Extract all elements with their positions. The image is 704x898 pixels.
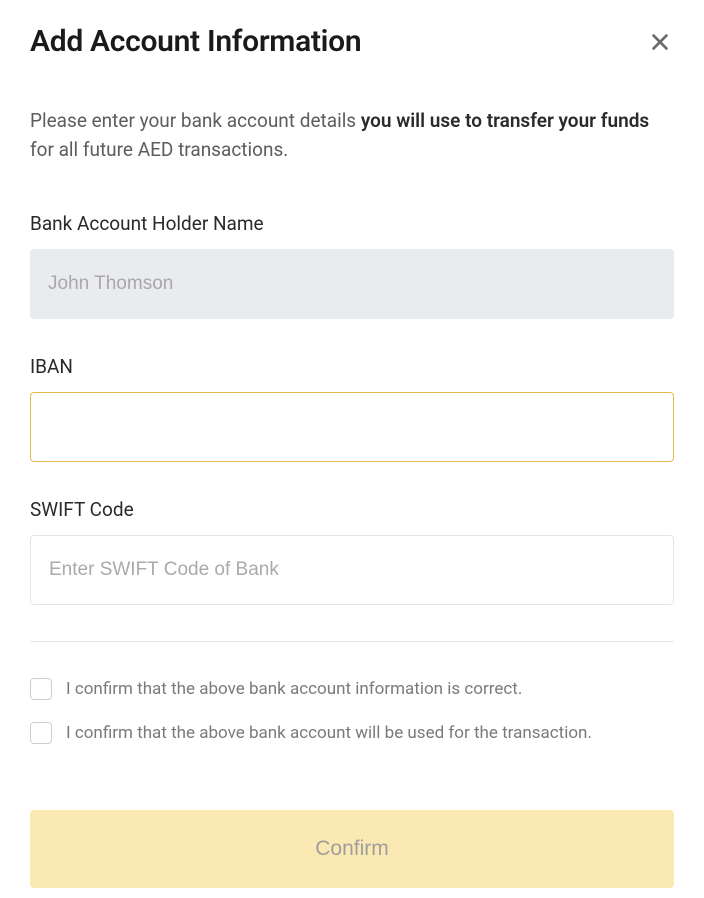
- swift-group: SWIFT Code: [30, 498, 674, 605]
- holder-name-label: Bank Account Holder Name: [30, 212, 674, 235]
- confirm-use-label[interactable]: I confirm that the above bank account wi…: [66, 723, 592, 743]
- description-prefix: Please enter your bank account details: [30, 109, 361, 132]
- close-button[interactable]: [646, 28, 674, 56]
- description-bold: you will use to transfer your funds: [361, 109, 649, 132]
- swift-input[interactable]: [30, 535, 674, 605]
- iban-label: IBAN: [30, 355, 674, 378]
- dialog-title: Add Account Information: [30, 24, 361, 59]
- iban-group: IBAN: [30, 355, 674, 462]
- description-suffix: for all future AED transactions.: [30, 138, 288, 161]
- swift-label: SWIFT Code: [30, 498, 674, 521]
- confirm-info-row: I confirm that the above bank account in…: [30, 678, 674, 700]
- divider: [30, 641, 674, 642]
- confirm-use-row: I confirm that the above bank account wi…: [30, 722, 674, 744]
- confirm-info-label[interactable]: I confirm that the above bank account in…: [66, 679, 522, 699]
- iban-input[interactable]: [30, 392, 674, 462]
- confirm-info-checkbox[interactable]: [30, 678, 52, 700]
- dialog-description: Please enter your bank account details y…: [30, 107, 674, 164]
- holder-name-input[interactable]: [30, 249, 674, 319]
- confirm-button[interactable]: Confirm: [30, 810, 674, 888]
- close-icon: [649, 31, 671, 53]
- holder-name-group: Bank Account Holder Name: [30, 212, 674, 319]
- dialog-header: Add Account Information: [30, 24, 674, 59]
- confirm-use-checkbox[interactable]: [30, 722, 52, 744]
